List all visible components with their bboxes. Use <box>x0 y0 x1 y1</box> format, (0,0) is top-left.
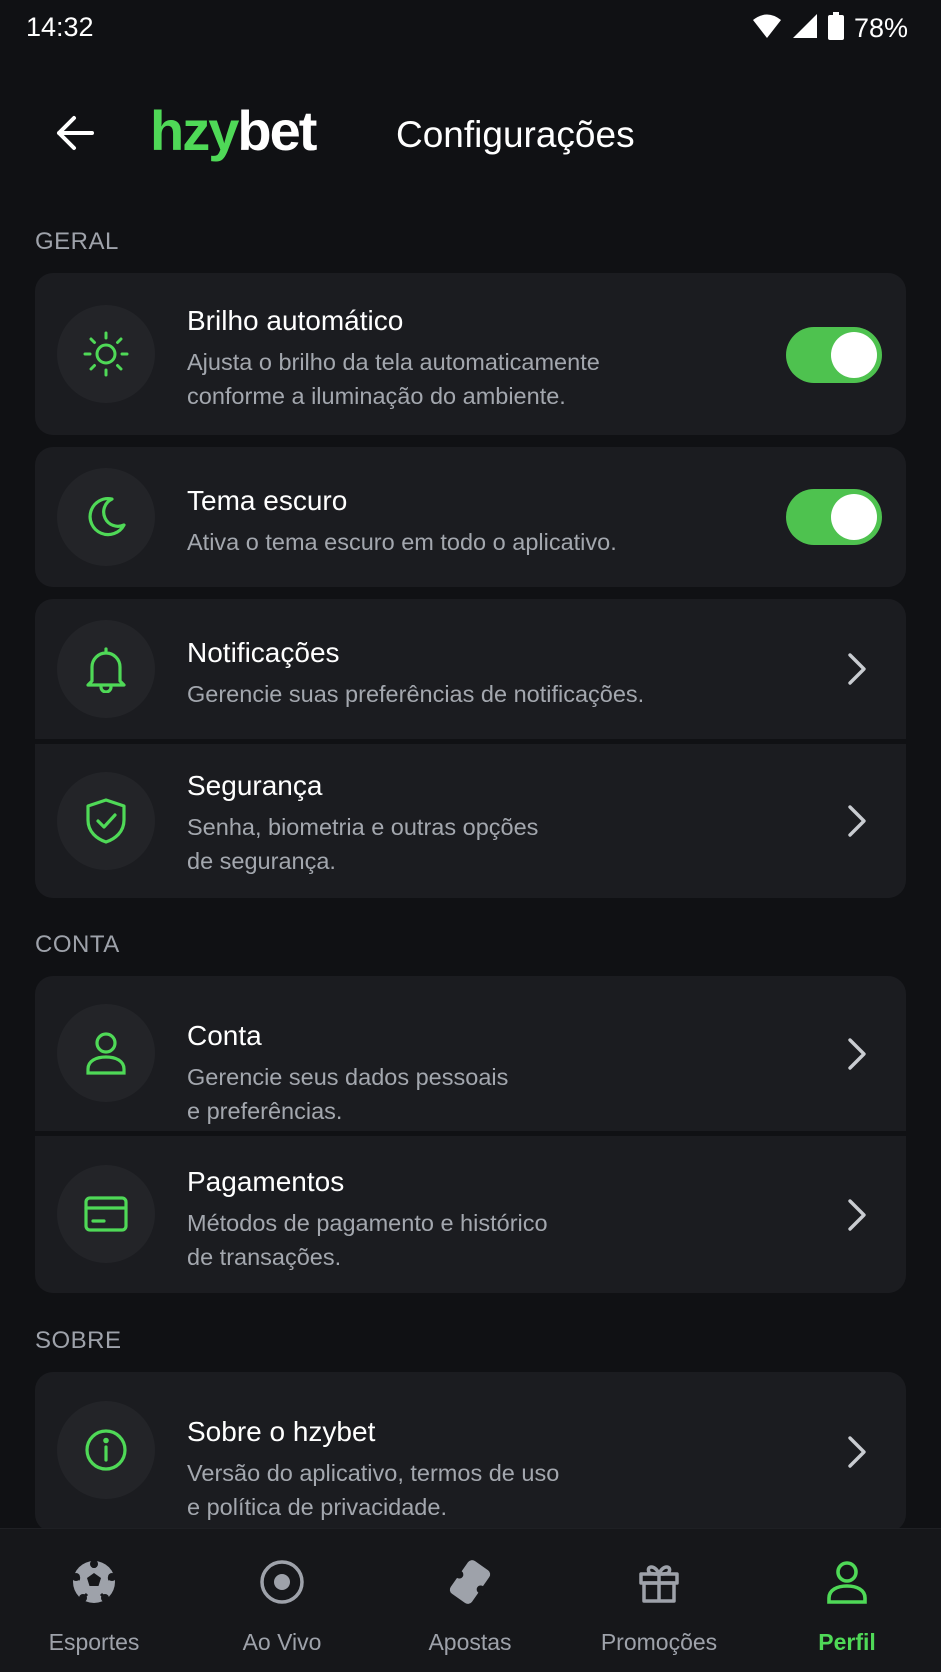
nav-label: Perfil <box>818 1629 876 1655</box>
section-label-conta: CONTA <box>35 931 120 958</box>
arrow-left-icon <box>57 116 94 150</box>
toggle-knob <box>831 494 877 540</box>
nav-item-ao-vivo[interactable]: Ao Vivo <box>188 1529 376 1672</box>
setting-auto-brightness[interactable]: Brilho automático Ajusta o brilho da tel… <box>35 273 906 435</box>
setting-description: Gerencie suas preferências de notificaçõ… <box>187 681 645 707</box>
nav-item-apostas[interactable]: Apostas <box>376 1529 564 1672</box>
nav-item-promocoes[interactable]: Promoções <box>565 1529 753 1672</box>
setting-title: Tema escuro <box>187 485 348 516</box>
nav-item-perfil[interactable]: Perfil <box>753 1529 941 1672</box>
setting-notifications[interactable]: Notificações Gerencie suas preferências … <box>35 599 906 739</box>
back-button[interactable] <box>48 106 102 160</box>
battery-icon <box>827 12 844 45</box>
section-label-geral: GERAL <box>35 228 119 255</box>
setting-security[interactable]: Segurança Senha, biometria e outras opçõ… <box>35 744 906 898</box>
shield-check-icon <box>57 772 155 870</box>
setting-payments[interactable]: Pagamentos Métodos de pagamento e histór… <box>35 1136 906 1293</box>
chevron-right-icon <box>842 649 872 689</box>
setting-title: Segurança <box>187 770 323 801</box>
chevron-right-icon <box>842 801 872 841</box>
bottom-navigation: Esportes Ao Vivo Apostas Promoções Perfi… <box>0 1528 941 1672</box>
nav-label: Ao Vivo <box>242 1629 322 1655</box>
soccer-ball-icon <box>0 1557 188 1607</box>
user-icon <box>57 1004 155 1102</box>
status-time: 14:32 <box>26 12 94 42</box>
setting-account[interactable]: Conta Gerencie seus dados pessoais e pre… <box>35 976 906 1131</box>
setting-title: Conta <box>187 1020 262 1051</box>
bell-icon <box>57 620 155 718</box>
section-label-sobre: SOBRE <box>35 1327 122 1354</box>
chevron-right-icon <box>842 1034 872 1074</box>
status-icons: 78% <box>752 12 908 45</box>
moon-icon <box>57 468 155 566</box>
setting-title: Notificações <box>187 637 340 668</box>
header: hzybet Configurações <box>0 80 941 184</box>
setting-title: Brilho automático <box>187 305 404 336</box>
setting-title: Pagamentos <box>187 1166 345 1197</box>
nav-label: Apostas <box>428 1629 512 1655</box>
setting-description: Senha, biometria e outras opções de segu… <box>187 814 539 874</box>
settings-screen: 14:32 78% hzybet Configurações GERAL Bri… <box>0 0 941 1672</box>
user-icon <box>753 1557 941 1607</box>
setting-description: Métodos de pagamento e histórico de tran… <box>187 1210 548 1270</box>
setting-dark-theme[interactable]: Tema escuro Ativa o tema escuro em todo … <box>35 447 906 587</box>
setting-about[interactable]: Sobre o hzybet Versão do aplicativo, ter… <box>35 1372 906 1532</box>
signal-icon <box>792 13 818 44</box>
ticket-icon <box>376 1557 564 1607</box>
credit-card-icon <box>57 1165 155 1263</box>
toggle-knob <box>831 332 877 378</box>
setting-description: Ativa o tema escuro em todo o aplicativo… <box>187 529 617 555</box>
wifi-icon <box>752 13 782 44</box>
battery-percentage: 78% <box>853 13 908 43</box>
setting-title: Sobre o hzybet <box>187 1416 376 1447</box>
hzybet-logo: hzybet <box>150 99 317 162</box>
nav-label: Promoções <box>600 1629 718 1655</box>
page-title: Configurações <box>396 114 635 155</box>
status-bar: 14:32 78% <box>0 0 941 56</box>
info-icon <box>57 1401 155 1499</box>
dark-theme-toggle[interactable] <box>786 489 882 545</box>
setting-description: Ajusta o brilho da tela automaticamente … <box>187 349 600 409</box>
sun-icon <box>57 305 155 403</box>
live-icon <box>188 1557 376 1607</box>
gift-icon <box>565 1557 753 1607</box>
setting-description: Gerencie seus dados pessoais e preferênc… <box>187 1064 509 1124</box>
nav-label: Esportes <box>48 1629 140 1655</box>
chevron-right-icon <box>842 1432 872 1472</box>
chevron-right-icon <box>842 1195 872 1235</box>
auto-brightness-toggle[interactable] <box>786 327 882 383</box>
nav-item-esportes[interactable]: Esportes <box>0 1529 188 1672</box>
setting-description: Versão do aplicativo, termos de uso e po… <box>187 1460 560 1520</box>
